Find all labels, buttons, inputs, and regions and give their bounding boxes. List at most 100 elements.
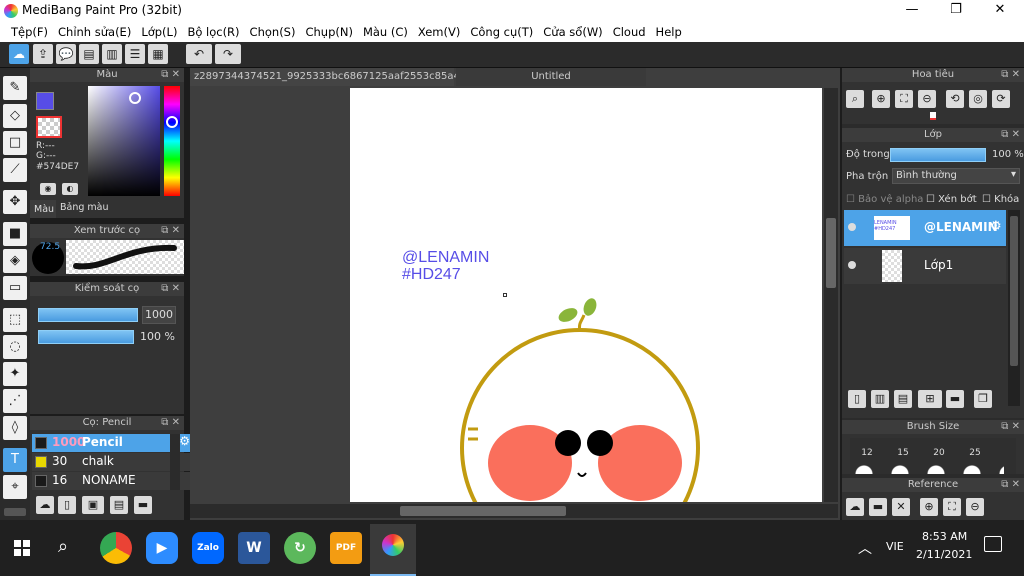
reference-fit-icon[interactable]: ⛶ xyxy=(943,498,961,516)
layers-scroll-thumb[interactable] xyxy=(1010,216,1018,366)
panel-close-icon[interactable]: ⧉ ✕ xyxy=(161,282,180,296)
gear-icon[interactable]: ⚙ xyxy=(179,434,190,448)
brush-new-icon[interactable]: ▯ xyxy=(58,496,76,514)
reference-close-icon[interactable]: ✕ xyxy=(892,498,910,516)
word-icon[interactable]: W xyxy=(238,532,270,564)
rotate-left-icon[interactable]: ⟲ xyxy=(946,90,964,108)
menu-snap[interactable]: Chụp(N) xyxy=(300,22,357,42)
color-wheel-icon[interactable]: ◉ xyxy=(40,183,56,195)
brush-folder-icon[interactable]: ▬ xyxy=(134,496,152,514)
zoom-in-icon[interactable]: ⊕ xyxy=(872,90,890,108)
navigator-thumbnail[interactable] xyxy=(930,112,936,120)
panel-close-icon[interactable]: ⧉ ✕ xyxy=(161,68,180,82)
fit-icon[interactable]: ⛶ xyxy=(895,90,913,108)
menu-help[interactable]: Help xyxy=(651,22,687,42)
canvas-area[interactable]: z2897344374521_9925333bc6867125aaf2553c8… xyxy=(190,68,840,520)
app-icon[interactable]: ↻ xyxy=(284,532,316,564)
brush-size-12[interactable]: 12 xyxy=(854,448,880,458)
new-layer-icon[interactable]: ▯ xyxy=(848,390,866,408)
bucket-tool-icon[interactable]: ◈ xyxy=(3,249,27,273)
panel-close-icon[interactable]: ⧉ ✕ xyxy=(161,416,180,430)
menu-layer[interactable]: Lớp(L) xyxy=(136,22,182,42)
brush-size-slider[interactable] xyxy=(38,308,138,322)
windows-start-icon[interactable] xyxy=(14,540,30,556)
transparent-color-swatch[interactable] xyxy=(36,116,62,138)
vertical-scroll-thumb[interactable] xyxy=(826,218,836,288)
menu-tools[interactable]: Công cụ(T) xyxy=(465,22,538,42)
text-tool-icon[interactable]: T xyxy=(3,448,27,472)
menu-file[interactable]: Tệp(F) xyxy=(6,22,53,42)
brush-size-value[interactable]: 1000 xyxy=(142,306,176,324)
clock-date[interactable]: 2/11/2021 xyxy=(916,548,972,561)
minimize-button[interactable]: — xyxy=(897,2,927,17)
brush-tool-icon[interactable]: ✎ xyxy=(3,76,27,100)
brush-size-25[interactable]: 25 xyxy=(962,448,988,458)
layer-row-lop1[interactable]: Lớp1 xyxy=(844,248,1006,284)
reference-zoom-out-icon[interactable]: ⊖ xyxy=(966,498,984,516)
layer-opacity-slider[interactable] xyxy=(890,148,986,162)
layer-row-lenamin[interactable]: LENAMIN #HD247 @LENAMIN ⚙ xyxy=(844,210,1006,246)
maximize-button[interactable]: ❐ xyxy=(941,2,971,17)
brush-cloud-icon[interactable]: ☁ xyxy=(36,496,54,514)
tab-untitled[interactable]: Untitled xyxy=(456,68,646,86)
layer-folder-icon[interactable]: ▬ xyxy=(946,390,964,408)
new-8bit-layer-icon[interactable]: ▥ xyxy=(871,390,889,408)
canvas-horizontal-scrollbar[interactable] xyxy=(190,504,838,518)
zalo-icon[interactable]: Zalo xyxy=(192,532,224,564)
eraser-tool-icon[interactable]: ◇ xyxy=(3,104,27,128)
horizontal-scroll-thumb[interactable] xyxy=(400,506,566,516)
rotate-right-icon[interactable]: ⟳ xyxy=(992,90,1010,108)
menu-window[interactable]: Cửa sổ(W) xyxy=(538,22,607,42)
tab-palette[interactable]: Bảng màu xyxy=(58,200,110,218)
tab-file[interactable]: z2897344374521_9925333bc6867125aaf2553c8… xyxy=(190,68,504,86)
brush-list-scrollbar[interactable] xyxy=(170,434,180,490)
select-pen-tool-icon[interactable]: ⋰ xyxy=(3,389,27,413)
chrome-icon[interactable] xyxy=(100,532,132,564)
lasso-tool-icon[interactable]: ◌ xyxy=(3,335,27,359)
add-layer-menu-icon[interactable]: ⊞ xyxy=(918,390,942,408)
menu-cloud[interactable]: Cloud xyxy=(608,22,651,42)
menu-edit[interactable]: Chỉnh sửa(E) xyxy=(53,22,136,42)
chevron-up-icon[interactable]: ︿ xyxy=(858,538,872,558)
zoom-out-icon[interactable]: ⊖ xyxy=(918,90,936,108)
operation-tool-icon[interactable]: ⌖ xyxy=(3,475,27,499)
fill-rect-tool-icon[interactable]: ■ xyxy=(3,222,27,246)
gear-icon[interactable]: ⚙ xyxy=(990,219,1002,234)
duplicate-layer-icon[interactable]: ❐ xyxy=(974,390,992,408)
reference-open-icon[interactable]: ▬ xyxy=(869,498,887,516)
canvas-vertical-scrollbar[interactable] xyxy=(824,88,838,502)
clip-checkbox[interactable]: ☐ Xén bớt xyxy=(926,194,977,205)
cloud-icon[interactable]: ☁ xyxy=(9,44,29,64)
medibang-taskbar-button[interactable] xyxy=(370,524,416,576)
comment-icon[interactable]: 💬 xyxy=(56,44,76,64)
close-button[interactable]: ✕ xyxy=(985,2,1015,17)
brush-add-icon[interactable]: ▣ xyxy=(82,496,104,514)
new-1bit-layer-icon[interactable]: ▤ xyxy=(894,390,912,408)
foreground-color-swatch[interactable] xyxy=(36,92,54,110)
panel-close-icon[interactable]: ⧉ ✕ xyxy=(1001,68,1020,82)
zoom-icon[interactable]: ⌕ xyxy=(846,90,864,108)
undo-icon[interactable]: ↶ xyxy=(186,44,212,64)
menu-view[interactable]: Xem(V) xyxy=(413,22,465,42)
layer-visibility-icon[interactable] xyxy=(848,223,856,231)
search-icon[interactable]: ⌕ xyxy=(58,536,68,557)
hue-slider[interactable] xyxy=(164,86,180,196)
brush-size-15[interactable]: 15 xyxy=(890,448,916,458)
pdf-icon[interactable]: PDF xyxy=(330,532,362,564)
message-icon[interactable]: ▤ xyxy=(79,44,99,64)
reset-view-icon[interactable]: ◎ xyxy=(969,90,987,108)
color-picker-icon[interactable]: ◐ xyxy=(62,183,78,195)
hue-cursor[interactable] xyxy=(166,116,178,128)
gradient-tool-icon[interactable]: ▭ xyxy=(3,276,27,300)
reference-zoom-in-icon[interactable]: ⊕ xyxy=(920,498,938,516)
select-rect-tool-icon[interactable]: ⬚ xyxy=(3,308,27,332)
tab-color[interactable]: Màu xyxy=(30,200,56,218)
grid-icon[interactable]: ▦ xyxy=(148,44,168,64)
blend-mode-select[interactable]: Bình thường ▾ xyxy=(892,168,1020,184)
reference-cloud-icon[interactable]: ☁ xyxy=(846,498,864,516)
brush-settings-icon[interactable]: ▤ xyxy=(110,496,128,514)
drawing-canvas[interactable]: @LENAMIN #HD247 xyxy=(350,88,822,502)
lock-checkbox[interactable]: ☐ Khóa xyxy=(982,194,1019,205)
panel-close-icon[interactable]: ⧉ ✕ xyxy=(1001,420,1020,434)
panel-close-icon[interactable]: ⧉ ✕ xyxy=(1001,128,1020,142)
